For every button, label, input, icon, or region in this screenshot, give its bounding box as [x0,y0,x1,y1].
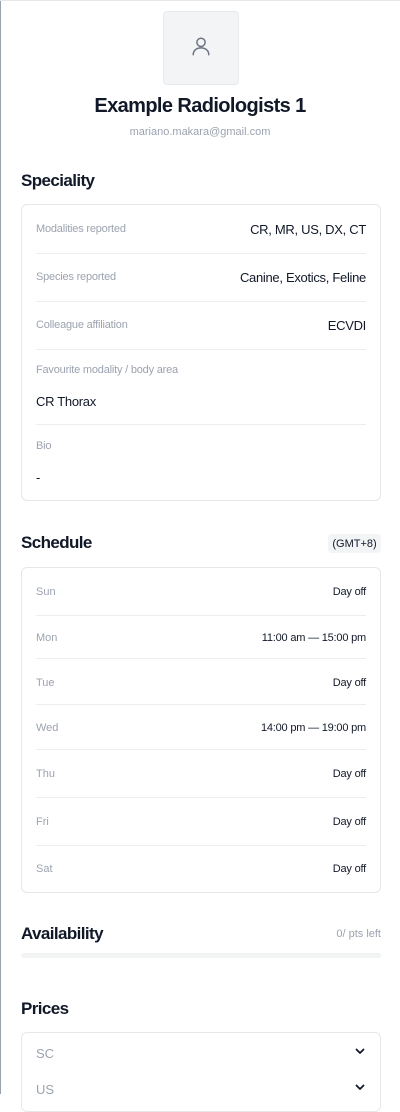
day-hours: Day off [332,816,366,828]
chevron-down-icon[interactable] [354,1080,366,1098]
day-hours: 14:00 pm — 19:00 pm [260,722,366,734]
profile-name: Example Radiologists 1 [94,95,306,117]
divider [36,704,366,705]
day-label: Sat [36,863,53,875]
top-divider [0,0,400,1]
avatar [163,11,239,85]
day-label: Wed [36,722,59,734]
affiliation-value: ECVDI [327,317,367,333]
schedule-row-thu: Thu Day off [36,764,366,784]
species-value: Canine, Exotics, Feline [239,269,366,285]
divider [36,349,366,350]
availability-progress-bar [21,953,381,958]
schedule-row-sun: Sun Day off [36,582,366,602]
timezone-badge: (GMT+8) [328,534,381,553]
schedule-row-fri: Fri Day off [36,812,366,832]
schedule-row-sat: Sat Day off [36,859,366,879]
day-label: Fri [36,816,49,828]
price-item-label: US [36,1081,55,1097]
day-label: Thu [36,768,55,780]
price-item-sc[interactable]: SC [36,1043,366,1063]
price-item-us[interactable]: US [36,1079,366,1099]
day-label: Tue [36,677,55,689]
divider [36,424,366,425]
price-item-label: SC [36,1045,55,1061]
prices-card: SC US [21,1032,381,1112]
divider [36,658,366,659]
schedule-title: Schedule [21,533,92,552]
day-hours: Day off [332,863,366,875]
modalities-label: Modalities reported [36,223,126,235]
species-label: Species reported [36,271,116,283]
chevron-down-icon[interactable] [354,1044,366,1062]
day-hours: Day off [332,768,366,780]
modalities-value: CR, MR, US, DX, CT [250,221,366,237]
divider [36,615,366,616]
profile-email: mariano.makara@gmail.com [129,126,271,138]
speciality-title: Speciality [21,171,95,190]
user-icon [190,35,212,62]
favourite-value: CR Thorax [36,394,96,409]
window-edge [0,0,1,1094]
schedule-card: Sun Day off Mon 11:00 am — 15:00 pm Tue … [21,567,381,893]
day-hours: Day off [332,677,366,689]
divider [36,749,366,750]
day-label: Mon [36,632,58,644]
divider [36,253,366,254]
divider [36,301,366,302]
schedule-row-mon: Mon 11:00 am — 15:00 pm [36,628,366,648]
schedule-row-tue: Tue Day off [36,673,366,693]
bio-value: - [36,470,41,485]
divider [36,845,366,846]
availability-title: Availability [21,924,104,943]
affiliation-label: Colleague affiliation [36,319,128,331]
prices-title: Prices [21,999,69,1018]
day-hours: 11:00 am — 15:00 pm [261,632,366,644]
availability-points-left: 0/ pts left [336,928,381,940]
day-label: Sun [36,586,56,598]
divider [36,797,366,798]
day-hours: Day off [332,586,366,598]
bio-label: Bio [36,440,52,452]
modalities-row: Modalities reported CR, MR, US, DX, CT [36,219,366,239]
speciality-card: Modalities reported CR, MR, US, DX, CT S… [21,204,381,501]
schedule-row-wed: Wed 14:00 pm — 19:00 pm [36,718,366,738]
affiliation-row: Colleague affiliation ECVDI [36,315,366,335]
favourite-label: Favourite modality / body area [36,364,178,376]
species-row: Species reported Canine, Exotics, Feline [36,267,366,287]
